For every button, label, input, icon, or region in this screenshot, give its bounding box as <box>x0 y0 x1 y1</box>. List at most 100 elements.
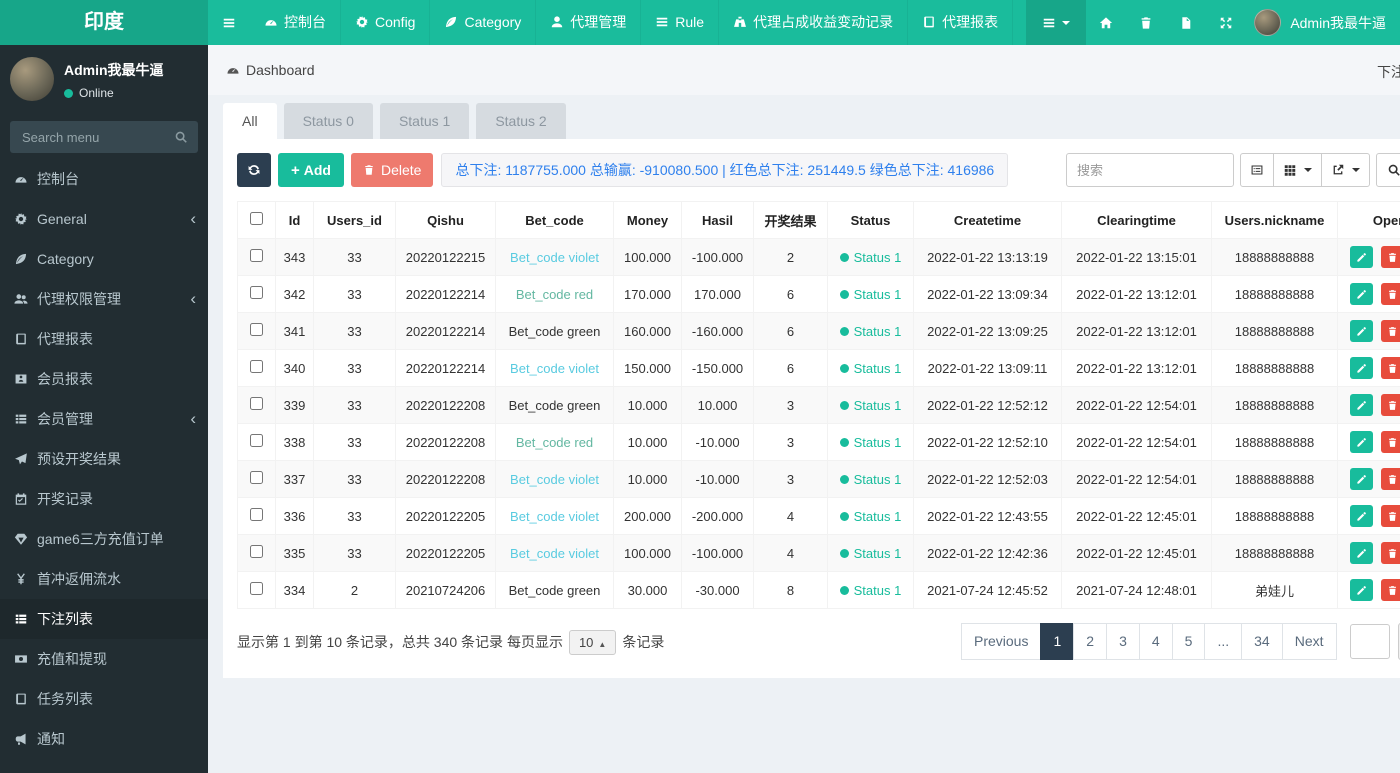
status-tab[interactable]: Status 1 <box>379 103 470 139</box>
delete-row-button[interactable] <box>1380 394 1400 416</box>
search-button[interactable] <box>1376 153 1400 187</box>
sidebar-item[interactable]: 充值和提现 <box>0 639 208 679</box>
row-checkbox[interactable] <box>250 286 263 299</box>
status-tab[interactable]: All <box>223 103 277 139</box>
edit-row-button[interactable] <box>1350 542 1373 564</box>
sidebar-item[interactable]: 通知 <box>0 719 208 759</box>
column-header[interactable]: Clearingtime <box>1061 201 1212 239</box>
delete-row-button[interactable] <box>1380 505 1400 527</box>
detail-view-button[interactable] <box>1240 153 1274 187</box>
sidebar-item[interactable]: game6三方充值订单 <box>0 519 208 559</box>
page-size-select[interactable]: 10 ▲ <box>568 629 617 655</box>
row-checkbox[interactable] <box>250 471 263 484</box>
edit-row-button[interactable] <box>1350 283 1373 305</box>
column-header[interactable]: Status <box>827 201 914 239</box>
home-button[interactable] <box>1086 0 1126 45</box>
edit-row-button[interactable] <box>1350 579 1373 601</box>
user-menu[interactable]: Admin我最牛逼 <box>1246 9 1400 36</box>
file-button[interactable] <box>1166 0 1206 45</box>
goto-page-input[interactable] <box>1349 624 1390 659</box>
navbar-item[interactable]: 代理管理 <box>536 0 642 45</box>
users-icon <box>14 292 28 306</box>
row-checkbox[interactable] <box>250 434 263 447</box>
column-header[interactable]: 开奖结果 <box>753 201 828 239</box>
sidebar-item[interactable]: 会员报表 <box>0 359 208 399</box>
edit-row-button[interactable] <box>1350 246 1373 268</box>
sidebar-item[interactable]: 任务列表 <box>0 679 208 719</box>
sidebar-item[interactable]: Category <box>0 239 208 279</box>
row-checkbox[interactable] <box>250 545 263 558</box>
row-checkbox[interactable] <box>250 397 263 410</box>
fullscreen-button[interactable] <box>1206 0 1246 45</box>
chevron-left-icon: ‹ <box>190 409 196 428</box>
sidebar-search-input[interactable] <box>10 121 198 153</box>
edit-row-button[interactable] <box>1350 431 1373 453</box>
page-button[interactable]: 34 <box>1241 623 1283 660</box>
column-header[interactable]: Bet_code <box>495 201 614 239</box>
edit-row-button[interactable] <box>1350 320 1373 342</box>
edit-row-button[interactable] <box>1350 357 1373 379</box>
column-header[interactable]: Createtime <box>913 201 1062 239</box>
navbar-item[interactable]: Rule <box>641 0 720 45</box>
navbar-item[interactable]: 代理占成收益变动记录 <box>719 0 909 45</box>
delete-row-button[interactable] <box>1380 542 1400 564</box>
row-checkbox[interactable] <box>250 323 263 336</box>
sidebar-item[interactable]: 会员管理 ‹ <box>0 399 208 439</box>
navbar-item[interactable]: Category <box>430 0 537 45</box>
delete-row-button[interactable] <box>1380 579 1400 601</box>
edit-row-button[interactable] <box>1350 505 1373 527</box>
delete-row-button[interactable] <box>1380 468 1400 490</box>
page-button[interactable]: ... <box>1204 623 1243 660</box>
sidebar-item[interactable]: 代理权限管理 ‹ <box>0 279 208 319</box>
navbar-item[interactable]: Config <box>341 0 431 45</box>
column-header[interactable]: Hasil <box>681 201 754 239</box>
brand-logo[interactable]: 印度 <box>0 0 208 45</box>
sidebar-item[interactable]: 首冲返佣流水 <box>0 559 208 599</box>
page-button[interactable]: 4 <box>1138 623 1173 660</box>
export-button[interactable] <box>1321 153 1370 187</box>
column-header[interactable]: Qishu <box>395 201 496 239</box>
navbar-item[interactable]: 控制台 <box>250 0 341 45</box>
delete-row-button[interactable] <box>1380 246 1400 268</box>
sidebar-toggle-button[interactable] <box>208 0 250 45</box>
sidebar-item[interactable]: 下注列表 <box>0 599 208 639</box>
column-header[interactable]: Users.nickname <box>1211 201 1338 239</box>
sidebar-item[interactable]: 预设开奖结果 <box>0 439 208 479</box>
sidebar-item[interactable]: 控制台 <box>0 159 208 199</box>
sidebar-item[interactable]: 开奖记录 <box>0 479 208 519</box>
column-header[interactable]: Users_id <box>313 201 396 239</box>
sidebar-item[interactable]: 代理报表 <box>0 319 208 359</box>
row-checkbox[interactable] <box>250 582 263 595</box>
add-button[interactable]: + Add <box>278 153 344 187</box>
sidebar-item[interactable]: General ‹ <box>0 199 208 239</box>
status-tab[interactable]: Status 0 <box>283 103 373 139</box>
column-header[interactable]: Id <box>275 201 314 239</box>
columns-button[interactable] <box>1273 153 1322 187</box>
page-button[interactable]: 2 <box>1073 623 1108 660</box>
refresh-button[interactable] <box>237 153 271 187</box>
row-checkbox[interactable] <box>250 508 263 521</box>
trash-icon <box>1387 326 1398 337</box>
table-search-input[interactable] <box>1066 153 1234 187</box>
row-checkbox[interactable] <box>250 360 263 373</box>
delete-row-button[interactable] <box>1380 431 1400 453</box>
column-header[interactable]: Money <box>613 201 682 239</box>
edit-row-button[interactable] <box>1350 394 1373 416</box>
row-checkbox[interactable] <box>250 249 263 262</box>
page-button[interactable]: 5 <box>1171 623 1206 660</box>
delete-button[interactable]: Delete <box>350 153 434 187</box>
delete-row-button[interactable] <box>1380 283 1400 305</box>
select-all-checkbox[interactable] <box>250 212 263 225</box>
navbar-item[interactable]: 代理报表 <box>908 0 1014 45</box>
page-button[interactable]: Previous <box>961 623 1042 660</box>
page-button[interactable]: 1 <box>1040 623 1075 660</box>
page-button[interactable]: Next <box>1281 623 1337 660</box>
tasks-dropdown-toggle[interactable] <box>1026 0 1087 45</box>
edit-row-button[interactable] <box>1350 468 1373 490</box>
delete-row-button[interactable] <box>1380 357 1400 379</box>
delete-row-button[interactable] <box>1380 320 1400 342</box>
page-button[interactable]: 3 <box>1106 623 1140 660</box>
status-tab[interactable]: Status 2 <box>476 103 566 139</box>
trash-button[interactable] <box>1126 0 1166 45</box>
column-header[interactable]: Operate <box>1337 201 1400 239</box>
